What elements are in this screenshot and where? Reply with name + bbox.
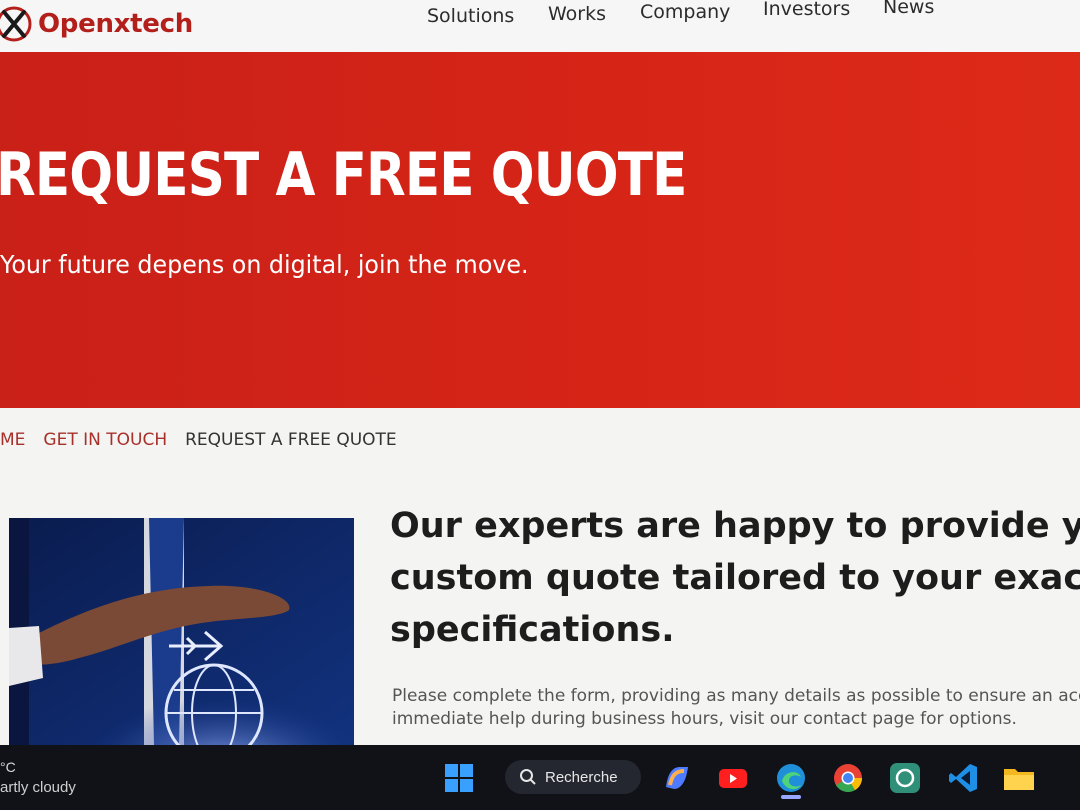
businessman-hand-globe-illustration: [9, 518, 354, 745]
breadcrumb-home[interactable]: ME: [0, 430, 25, 450]
copilot-icon[interactable]: [660, 761, 694, 795]
file-explorer-icon[interactable]: [1002, 761, 1036, 795]
taskbar-search[interactable]: Recherche: [505, 760, 641, 794]
chrome-icon[interactable]: [831, 761, 865, 795]
brand-name: Openxtech: [38, 9, 193, 39]
breadcrumb: ME GET IN TOUCH REQUEST A FREE QUOTE: [0, 430, 397, 450]
youtube-icon[interactable]: [716, 761, 750, 795]
breadcrumb-get-in-touch[interactable]: GET IN TOUCH: [43, 430, 167, 450]
brand-logo[interactable]: Openxtech: [0, 4, 193, 44]
weather-temperature[interactable]: °C: [0, 759, 16, 775]
quote-hero-photo: [9, 518, 354, 745]
chatgpt-icon[interactable]: [888, 761, 922, 795]
intro-headline: Our experts are happy to provide you w c…: [390, 500, 1080, 656]
intro-headline-line: specifications.: [390, 610, 675, 650]
windows-start-icon[interactable]: [442, 761, 476, 795]
nav-works[interactable]: Works: [548, 3, 606, 25]
windows-taskbar: °C artly cloudy Recherche: [0, 745, 1080, 810]
hero-banner: REQUEST A FREE QUOTE Your future depens …: [0, 52, 1080, 408]
search-icon: [520, 769, 536, 785]
hero-subtitle: Your future depens on digital, join the …: [0, 250, 529, 279]
intro-headline-line: Our experts are happy to provide you w: [390, 506, 1080, 546]
intro-paragraph: Please complete the form, providing as m…: [392, 685, 1080, 731]
nav-investors[interactable]: Investors: [763, 0, 850, 20]
intro-paragraph-line: Please complete the form, providing as m…: [392, 686, 1080, 706]
vscode-icon[interactable]: [946, 761, 980, 795]
breadcrumb-current: REQUEST A FREE QUOTE: [185, 430, 397, 450]
browser-viewport: Openxtech Solutions Works Company Invest…: [0, 0, 1080, 745]
search-label: Recherche: [545, 768, 618, 786]
nav-solutions[interactable]: Solutions: [427, 5, 514, 27]
hero-title: REQUEST A FREE QUOTE: [0, 140, 687, 210]
edge-icon[interactable]: [774, 761, 808, 795]
intro-headline-line: custom quote tailored to your exact: [390, 558, 1080, 598]
active-app-indicator: [781, 795, 801, 799]
site-navbar: Openxtech Solutions Works Company Invest…: [0, 0, 1080, 56]
openxtech-logo-icon: [0, 6, 32, 42]
intro-paragraph-line: immediate help during business hours, vi…: [392, 709, 1017, 729]
weather-description[interactable]: artly cloudy: [0, 779, 76, 796]
nav-news[interactable]: News: [883, 0, 934, 18]
nav-company[interactable]: Company: [640, 1, 730, 23]
